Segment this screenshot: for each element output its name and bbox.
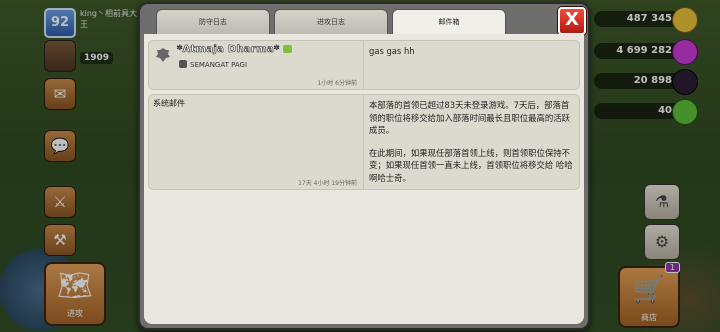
- mail-item[interactable]: 系统邮件 17天 4小时 19分钟前 本部落的首领已超过83天未登录游戏。7天后…: [148, 94, 580, 190]
- mail-paragraph: 本部落的首领已超过83天未登录游戏。7天后，部落首领的职位将移交给加入部落时间最…: [369, 100, 570, 135]
- mail-list: *Atmaja Dharma* SEMANGAT PAGI 1小时 6分钟前 g…: [144, 34, 584, 324]
- sender-clan: SEMANGAT PAGI: [190, 61, 248, 69]
- tab-attack-log[interactable]: 进攻日志: [274, 9, 388, 35]
- mail-panel: 防守日志 进攻日志 邮件箱 X *Atmaja Dharma* SEMANGAT…: [138, 2, 590, 330]
- tab-defense-log[interactable]: 防守日志: [156, 9, 270, 35]
- mail-body: gas gas hh: [369, 46, 415, 56]
- mail-sender-column: 系统邮件 17天 4小时 19分钟前: [149, 95, 364, 189]
- sender-name: *Atmaja Dharma*: [177, 44, 280, 56]
- tab-inbox[interactable]: 邮件箱: [392, 9, 506, 37]
- player-avatar-icon: [156, 48, 170, 62]
- mail-item[interactable]: *Atmaja Dharma* SEMANGAT PAGI 1小时 6分钟前 g…: [148, 40, 580, 90]
- mail-timestamp: 17天 4小时 19分钟前: [298, 180, 357, 187]
- mail-timestamp: 1小时 6分钟前: [317, 80, 357, 87]
- system-mail-sender: 系统邮件: [153, 99, 185, 108]
- mail-body: 本部落的首领已超过83天未登录游戏。7天后，部落首领的职位将移交给加入部落时间最…: [369, 99, 573, 194]
- mail-paragraph: 在此期间，如果现任部落首领上线，则首领职位保持不变；如果现任首领一直未上线，首领…: [369, 147, 573, 183]
- chat-bubble-icon: [283, 45, 292, 53]
- clan-badge-icon: [179, 60, 187, 68]
- close-button[interactable]: X: [558, 7, 586, 35]
- mail-sender-column: *Atmaja Dharma* SEMANGAT PAGI 1小时 6分钟前: [149, 41, 364, 89]
